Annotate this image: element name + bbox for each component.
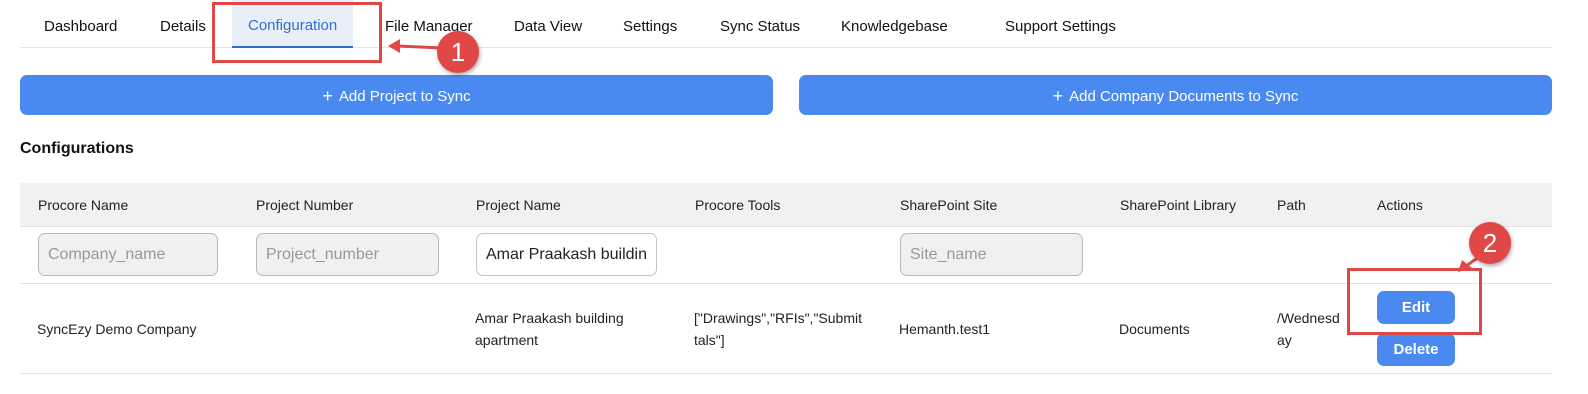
tab-knowledgebase[interactable]: Knowledgebase bbox=[841, 0, 948, 48]
column-header-sharepoint-library: SharePoint Library bbox=[1120, 197, 1236, 213]
callout-badge-1: 1 bbox=[437, 31, 479, 73]
tab-details[interactable]: Details bbox=[160, 0, 206, 48]
column-header-project-number: Project Number bbox=[256, 197, 354, 213]
column-header-actions: Actions bbox=[1377, 197, 1423, 213]
column-header-procore-name: Procore Name bbox=[38, 197, 129, 213]
tab-dashboard[interactable]: Dashboard bbox=[44, 0, 117, 48]
tab-data-view[interactable]: Data View bbox=[514, 0, 582, 48]
cell-project-name-line2: apartment bbox=[475, 332, 539, 348]
tab-settings[interactable]: Settings bbox=[623, 0, 677, 48]
delete-button[interactable]: Delete bbox=[1377, 333, 1455, 366]
cell-path-line2: ay bbox=[1277, 332, 1292, 348]
add-project-button[interactable]: + Add Project to Sync bbox=[20, 75, 773, 115]
plus-icon: + bbox=[1052, 86, 1064, 106]
callout-badge-2: 2 bbox=[1469, 222, 1511, 264]
table-header: Procore Name Project Number Project Name… bbox=[20, 183, 1552, 227]
column-header-path: Path bbox=[1277, 197, 1306, 213]
section-title: Configurations bbox=[20, 140, 134, 157]
add-company-documents-label: Add Company Documents to Sync bbox=[1069, 88, 1299, 105]
tab-sync-status[interactable]: Sync Status bbox=[720, 0, 800, 48]
cell-sharepoint-site: Hemanth.test1 bbox=[899, 321, 991, 337]
arrow-icon bbox=[388, 39, 443, 53]
cell-procore-name: SyncEzy Demo Company bbox=[37, 321, 197, 337]
plus-icon: + bbox=[322, 86, 333, 106]
cell-sharepoint-library: Documents bbox=[1119, 321, 1190, 337]
column-header-project-name: Project Name bbox=[476, 197, 561, 213]
cell-project-name: Amar Praakash building apartment bbox=[475, 307, 624, 351]
cell-project-name-line1: Amar Praakash building bbox=[475, 310, 624, 326]
cell-procore-tools: ["Drawings","RFIs","Submit tals"] bbox=[694, 307, 862, 351]
add-project-label: Add Project to Sync bbox=[338, 88, 471, 105]
company-name-filter[interactable] bbox=[38, 233, 218, 276]
add-company-documents-button[interactable]: + Add Company Documents to Sync bbox=[799, 75, 1552, 115]
column-header-procore-tools: Procore Tools bbox=[695, 197, 781, 213]
project-number-filter[interactable] bbox=[256, 233, 439, 276]
table-row: SyncEzy Demo Company Amar Praakash build… bbox=[20, 284, 1552, 374]
cell-path: /Wednesd ay bbox=[1277, 307, 1340, 351]
cell-procore-tools-line2: tals"] bbox=[694, 332, 725, 348]
project-name-filter[interactable] bbox=[476, 233, 657, 276]
filter-row bbox=[20, 227, 1552, 284]
site-name-filter[interactable] bbox=[900, 233, 1083, 276]
cell-path-line1: /Wednesd bbox=[1277, 310, 1340, 326]
column-header-sharepoint-site: SharePoint Site bbox=[900, 197, 998, 213]
tab-support-settings[interactable]: Support Settings bbox=[1005, 0, 1116, 48]
highlight-box-configuration-tab bbox=[212, 2, 382, 63]
cell-procore-tools-line1: ["Drawings","RFIs","Submit bbox=[694, 310, 862, 326]
